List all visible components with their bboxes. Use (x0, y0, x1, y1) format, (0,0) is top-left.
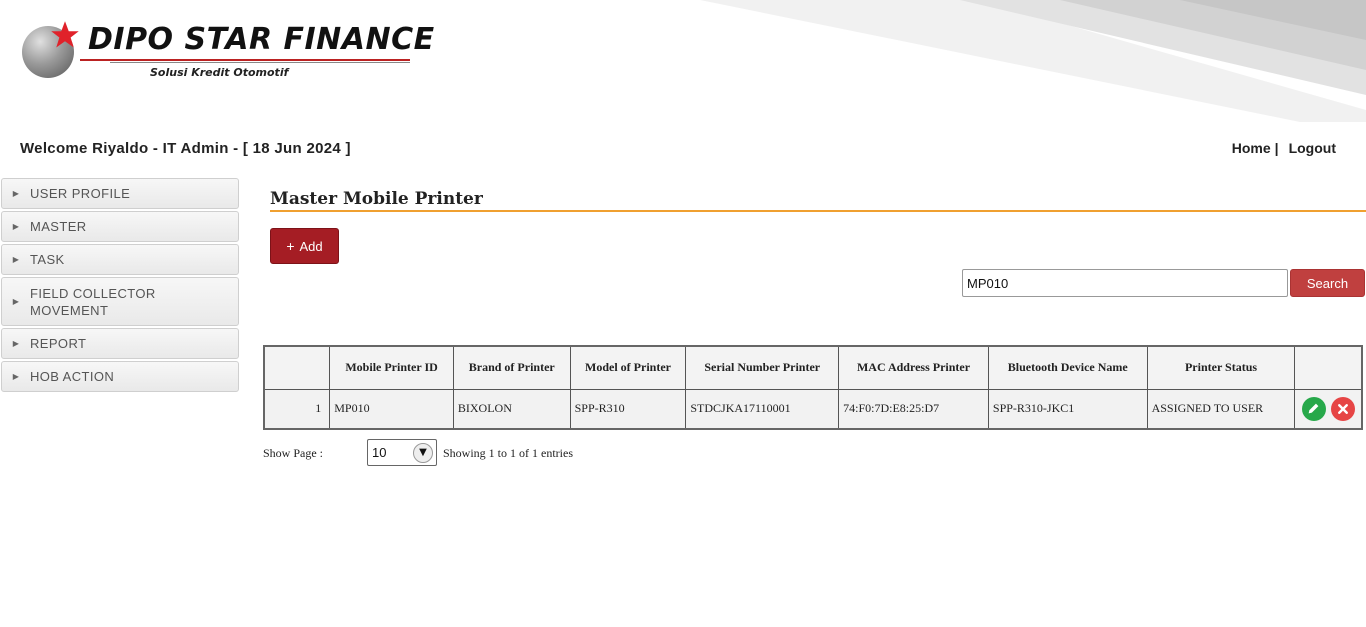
sidebar-item-label: FIELD COLLECTOR MOVEMENT (30, 285, 156, 318)
caret-right-icon: ▶ (12, 372, 20, 381)
sidebar-item-task[interactable]: ▶ TASK (1, 244, 239, 275)
column-header-serial[interactable]: Serial Number Printer (685, 345, 840, 390)
delete-button[interactable] (1330, 396, 1355, 421)
top-nav: Home | Logout (1232, 140, 1336, 156)
column-header-model[interactable]: Model of Printer (569, 345, 687, 390)
cell-status: ASSIGNED TO USER (1146, 388, 1296, 430)
caret-right-icon: ▶ (12, 255, 20, 264)
add-button-label: Add (299, 238, 323, 254)
column-header-printer-id[interactable]: Mobile Printer ID (329, 345, 454, 390)
table-row[interactable]: 1 MP010 BIXOLON SPP-R310 STDCJKA17110001… (263, 388, 1363, 430)
sidebar-item-field-collector-movement[interactable]: ▶ FIELD COLLECTOR MOVEMENT (1, 277, 239, 326)
close-icon (1337, 403, 1348, 414)
caret-right-icon: ▶ (12, 222, 20, 231)
pencil-icon (1308, 403, 1319, 414)
show-page-label: Show Page : (263, 446, 323, 460)
edit-button[interactable] (1301, 396, 1326, 421)
caret-right-icon: ▶ (12, 189, 20, 198)
sidebar-item-user-profile[interactable]: ▶ USER PROFILE (1, 178, 239, 209)
sidebar-item-master[interactable]: ▶ MASTER (1, 211, 239, 242)
cell-serial: STDCJKA17110001 (685, 388, 840, 430)
cell-printer-id: MP010 (329, 388, 454, 430)
search-input[interactable] (962, 269, 1288, 297)
brand-name: DIPO STAR FINANCE (88, 22, 435, 57)
column-header-brand[interactable]: Brand of Printer (452, 345, 571, 390)
row-actions (1299, 396, 1357, 421)
nav-separator: | (1274, 140, 1279, 156)
sidebar-item-label: TASK (30, 252, 65, 267)
cell-mac: 74:F0:7D:E8:25:D7 (838, 388, 989, 430)
logo-underline (80, 59, 410, 61)
printer-table: Mobile Printer ID Brand of Printer Model… (263, 345, 1363, 430)
plus-icon: + (286, 238, 295, 254)
sidebar-item-label: REPORT (30, 336, 87, 351)
table-header-row: Mobile Printer ID Brand of Printer Model… (263, 345, 1363, 390)
welcome-message: Welcome Riyaldo - IT Admin - [ 18 Jun 20… (20, 140, 351, 157)
sidebar-item-label: HOB ACTION (30, 369, 115, 384)
column-header-mac[interactable]: MAC Address Printer (838, 345, 989, 390)
cell-brand: BIXOLON (452, 388, 571, 430)
column-header-status[interactable]: Printer Status (1146, 345, 1296, 390)
logout-link[interactable]: Logout (1289, 140, 1336, 156)
logo-underline-secondary (110, 62, 410, 63)
cell-actions (1294, 388, 1363, 430)
cell-row-number: 1 (263, 388, 331, 430)
caret-right-icon: ▶ (12, 297, 20, 306)
header-banner: DIPO STAR FINANCE Solusi Kredit Otomotif (0, 0, 1366, 122)
star-icon (51, 21, 79, 48)
sidebar-item-report[interactable]: ▶ REPORT (1, 328, 239, 359)
cell-model: SPP-R310 (569, 388, 687, 430)
cell-bluetooth-name: SPP-R310-JKC1 (987, 388, 1148, 430)
page-size-select[interactable]: 10 ▼ (367, 439, 437, 466)
search-button[interactable]: Search (1290, 269, 1365, 297)
sidebar-item-label: MASTER (30, 219, 87, 234)
page-title: Master Mobile Printer (270, 189, 483, 209)
sidebar-item-hob-action[interactable]: ▶ HOB ACTION (1, 361, 239, 392)
sidebar-item-label: USER PROFILE (30, 186, 131, 201)
home-link[interactable]: Home (1232, 140, 1271, 156)
chevron-down-icon: ▼ (413, 442, 433, 463)
title-divider (270, 210, 1366, 212)
add-button[interactable]: + Add (270, 228, 339, 264)
column-header-actions (1294, 345, 1363, 390)
sidebar-menu: ▶ USER PROFILE ▶ MASTER ▶ TASK ▶ FIELD C… (1, 178, 239, 394)
column-header-no (263, 345, 331, 390)
pagination-info: Showing 1 to 1 of 1 entries (443, 446, 573, 460)
company-logo[interactable]: DIPO STAR FINANCE Solusi Kredit Otomotif (20, 20, 434, 84)
caret-right-icon: ▶ (12, 339, 20, 348)
page-size-value: 10 (372, 445, 387, 460)
brand-tagline: Solusi Kredit Otomotif (150, 66, 289, 79)
column-header-bluetooth-name[interactable]: Bluetooth Device Name (987, 345, 1148, 390)
